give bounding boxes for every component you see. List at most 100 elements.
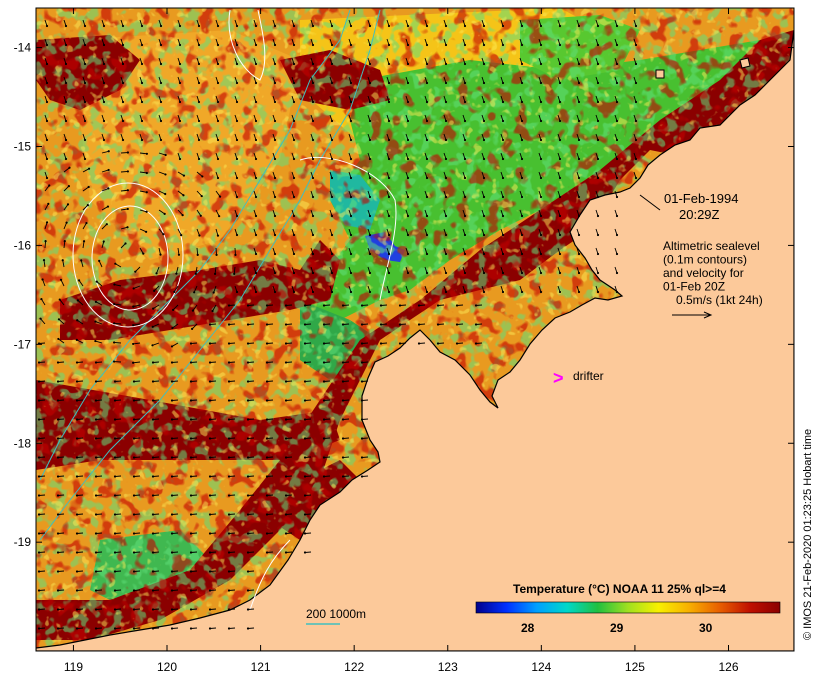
velocity-arrow-head [387,43,391,47]
velocity-arrow-head [539,195,543,199]
velocity-arrow-head [218,195,222,198]
velocity-arrow-head [40,297,43,301]
velocity-arrow-head [558,195,562,199]
velocity-arrow-head [56,361,60,364]
velocity-arrow-head [57,318,61,321]
velocity-arrow-head [42,259,46,262]
velocity-arrow-head [474,342,478,345]
velocity-arrow-head [482,100,486,104]
velocity-arrow-head [558,214,562,218]
velocity-arrow-head [201,175,204,178]
velocity-arrow-head [151,570,155,573]
velocity-arrow-head [284,380,288,383]
velocity-arrow-head [444,214,448,218]
velocity-arrow-head [37,437,41,440]
velocity-arrow-head [64,100,68,104]
velocity-arrow-head [425,271,429,275]
velocity-arrow-head [254,81,258,85]
velocity-arrow-head [577,157,581,161]
velocity-arrow-head [208,323,212,326]
velocity-arrow-head [113,437,117,440]
velocity-arrow-head [200,194,203,198]
velocity-arrow-head [539,252,543,256]
velocity-arrow-head [45,62,49,66]
velocity-arrow-head [164,192,167,196]
x-tick-label: 119 [64,660,83,674]
velocity-arrow-head [47,202,50,206]
velocity-arrow-head [191,309,195,312]
drifter-symbol: > [553,368,564,388]
velocity-arrow-head [482,62,486,66]
y-tick-label: -16 [14,238,32,252]
velocity-arrow-head [189,532,193,535]
velocity-arrow-head [173,290,176,293]
velocity-arrow-head [235,233,239,237]
velocity-arrow-head [235,214,239,218]
velocity-arrow-head [322,380,326,383]
velocity-arrow-head [596,24,600,28]
velocity-arrow-head [273,119,277,123]
velocity-arrow-head [284,551,288,554]
velocity-arrow-head [615,252,619,256]
velocity-arrow-head [577,252,581,256]
velocity-arrow-head [349,43,353,47]
velocity-arrow-head [246,532,250,535]
velocity-arrow-head [482,157,486,161]
velocity-arrow-head [292,195,296,199]
velocity-arrow-head [37,399,41,402]
velocity-arrow-head [341,456,345,459]
altimetry-info-line: Altimetric sealevel [663,239,760,253]
velocity-arrow-head [94,380,98,383]
velocity-arrow-head [368,290,372,294]
velocity-arrow-head [265,342,269,345]
velocity-arrow-head [45,138,49,142]
velocity-arrow-head [44,240,47,243]
velocity-arrow-head [197,24,201,28]
velocity-arrow-head [208,551,212,554]
velocity-arrow-head [177,253,181,256]
velocity-arrow-head [425,233,429,237]
velocity-arrow-head [151,418,155,421]
velocity-arrow-head [501,24,505,28]
velocity-arrow-head [387,176,391,180]
velocity-arrow-head [273,81,277,85]
velocity-arrow-head [330,233,334,237]
velocity-arrow-head [227,570,231,573]
velocity-arrow-head [322,361,326,364]
velocity-arrow-head [112,360,116,363]
map-layers [36,8,794,651]
velocity-arrow-head [189,551,193,554]
velocity-arrow-head [45,24,49,28]
velocity-arrow-head [284,456,288,459]
velocity-arrow-head [86,204,89,207]
velocity-arrow-head [170,418,174,421]
x-tick-label: 125 [625,660,645,674]
velocity-arrow-head [37,551,41,554]
velocity-arrow-head [406,290,410,294]
velocity-arrow-head [94,532,98,535]
velocity-arrow-head [95,280,98,283]
velocity-arrow-head [436,342,440,345]
velocity-arrow-head [113,513,117,516]
velocity-arrow-head [577,176,581,180]
velocity-arrow-head [360,304,364,307]
velocity-arrow-head [577,233,581,237]
colorbar-gradient [475,601,781,614]
velocity-arrow-head [330,195,334,199]
velocity-arrow-head [151,627,155,630]
velocity-arrow-head [520,24,524,28]
velocity-arrow-head [455,323,459,326]
velocity-arrow-head [406,271,410,275]
velocity-arrow-head [406,214,410,218]
colorbar-title: Temperature (°C) NOAA 11 25% ql>=4 [513,582,726,596]
velocity-arrow-head [132,532,136,535]
velocity-arrow-head [273,252,277,256]
velocity-arrow-head [387,62,391,66]
velocity-arrow-head [634,24,638,28]
velocity-arrow-head [107,168,110,172]
velocity-arrow-head [444,271,448,275]
velocity-arrow-head [341,380,345,383]
velocity-arrow-head [387,119,391,123]
velocity-arrow-head [425,62,429,66]
velocity-arrow-head [501,252,505,256]
